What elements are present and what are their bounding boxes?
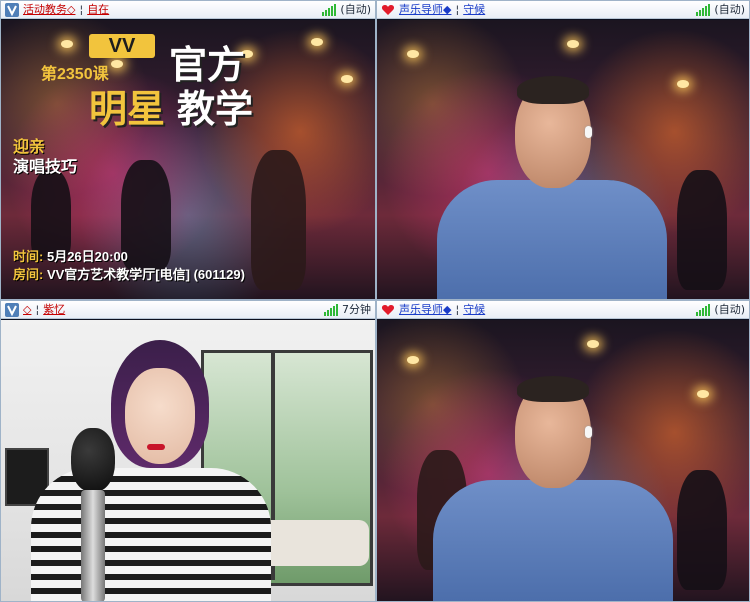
mic-mode-label[interactable]: (自动) [340, 1, 371, 19]
panel-top-left-header: 活动教务◇ ¦ 自在 (自动) [1, 1, 375, 19]
stage-light [407, 50, 419, 58]
stage-light [61, 40, 73, 48]
heart-icon [381, 303, 395, 317]
stage-light [677, 80, 689, 88]
video-stream-bottom-left[interactable] [1, 320, 375, 601]
user-name-link[interactable]: ◇ [23, 301, 31, 319]
dancer-silhouette [121, 160, 171, 270]
video-room-window: 活动教务◇ ¦ 自在 (自动) VV 第2350课 官方 明星 教学 迎亲 演唱… [0, 0, 750, 602]
separator: ¦ [455, 302, 460, 316]
video-stream-top-left[interactable]: VV 第2350课 官方 明星 教学 迎亲 演唱技巧 时间: 5月26日20:0… [1, 20, 375, 299]
lesson-topic: 演唱技巧 [13, 159, 78, 176]
presenter-man [437, 60, 667, 299]
separator: ¦ [455, 2, 460, 16]
striped-sweater [31, 468, 271, 601]
video-stream-bottom-right[interactable] [377, 320, 749, 601]
user-status-word[interactable]: 自在 [87, 1, 109, 19]
dancer-silhouette [677, 470, 727, 590]
session-duration: 7分钟 [342, 302, 371, 316]
stage-light [697, 390, 709, 398]
heart-icon [381, 3, 395, 17]
time-label: 时间: [13, 249, 44, 264]
signal-strength-icon [696, 3, 711, 16]
banner-title-teaching: 教学 [177, 89, 254, 131]
singer-woman [31, 338, 271, 601]
user-name-link[interactable]: 活动教务◇ [23, 1, 75, 19]
stage-light [311, 38, 323, 46]
microphone-stand [81, 490, 105, 601]
user-status-word[interactable]: 守候 [463, 1, 485, 19]
hair [517, 76, 589, 104]
microphone-icon [71, 428, 115, 492]
mic-mode-label[interactable]: (自动) [714, 1, 745, 19]
lesson-room: 房间: VV官方艺术教学厅[电信] (601129) [13, 264, 245, 283]
earbud-icon [585, 426, 592, 438]
banner-title-star: 明星 [89, 89, 166, 131]
hair [517, 376, 589, 402]
panel-top-right-header: 声乐导师◆ ¦ 守候 (自动) [377, 1, 749, 19]
room-value: VV官方艺术教学厅[电信] (601129) [46, 267, 245, 282]
user-status-word[interactable]: 守候 [463, 301, 485, 319]
time-value: 5月26日20:00 [46, 249, 128, 264]
user-name-link[interactable]: 声乐导师◆ [399, 1, 451, 19]
lips [147, 444, 165, 450]
stage-light [341, 75, 353, 83]
panel-bottom-right-header: 声乐导师◆ ¦ 守候 (自动) [377, 301, 749, 319]
shield-badge-icon [5, 302, 19, 317]
signal-strength-icon [322, 3, 337, 16]
dancer-silhouette [677, 170, 727, 290]
panel-bottom-left-header: ◇ ¦ 紫忆 7分钟 [1, 301, 375, 319]
signal-strength-icon [696, 303, 711, 316]
earbud-icon [585, 126, 592, 138]
separator: ¦ [35, 302, 40, 316]
stage-light [567, 40, 579, 48]
panel-bottom-right[interactable]: 声乐导师◆ ¦ 守候 (自动) [376, 300, 750, 602]
stage-light [407, 356, 419, 364]
video-stream-top-right[interactable] [377, 20, 749, 299]
signal-strength-icon [324, 303, 338, 316]
shield-badge-icon [5, 2, 19, 17]
mic-mode-label[interactable]: (自动) [714, 301, 745, 319]
panel-top-left[interactable]: 活动教务◇ ¦ 自在 (自动) VV 第2350课 官方 明星 教学 迎亲 演唱… [0, 0, 376, 300]
room-label: 房间: [13, 267, 44, 282]
brand-vv-logo: VV [89, 34, 155, 58]
user-status-word[interactable]: 紫忆 [43, 301, 65, 319]
shirt [433, 480, 673, 601]
user-name-link[interactable]: 声乐导师◆ [399, 301, 451, 319]
lesson-time: 时间: 5月26日20:00 [13, 246, 128, 265]
panel-bottom-left[interactable]: ◇ ¦ 紫忆 7分钟 [0, 300, 376, 602]
stage-light [111, 60, 123, 68]
presenter-man [433, 360, 673, 601]
singer-silhouette [251, 150, 306, 290]
shirt [437, 180, 667, 299]
stage-light [587, 340, 599, 348]
sofa [259, 520, 369, 566]
separator: ¦ [79, 2, 84, 16]
panel-top-right[interactable]: 声乐导师◆ ¦ 守候 (自动) [376, 0, 750, 300]
